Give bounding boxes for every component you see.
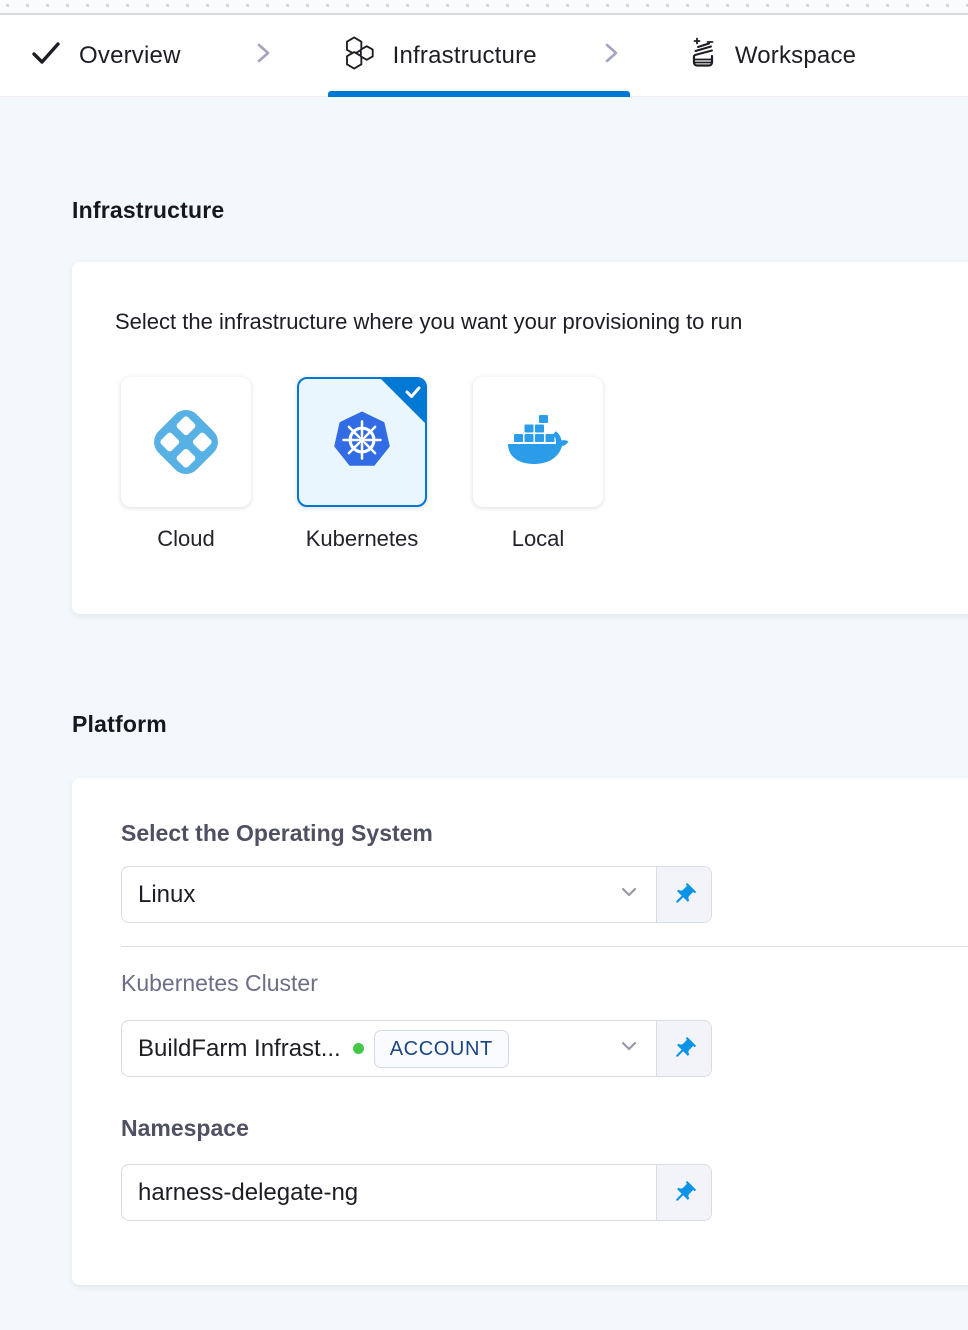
- chevron-down-icon: [618, 1035, 640, 1062]
- os-field-label: Select the Operating System: [121, 820, 433, 847]
- os-select-value: Linux: [138, 881, 195, 909]
- namespace-pin-button[interactable]: [656, 1165, 711, 1220]
- kubernetes-label: Kubernetes: [297, 526, 427, 552]
- selected-check-icon: [405, 385, 421, 399]
- os-input-group: Linux: [121, 866, 712, 923]
- os-select[interactable]: Linux: [122, 867, 656, 922]
- local-label: Local: [473, 526, 603, 552]
- cluster-select[interactable]: BuildFarm Infrast... ACCOUNT: [122, 1021, 656, 1076]
- cloud-label: Cloud: [121, 526, 251, 552]
- tab-infrastructure-label: Infrastructure: [393, 42, 537, 70]
- namespace-field-label: Namespace: [121, 1115, 249, 1142]
- kubernetes-tile[interactable]: [297, 377, 427, 507]
- infrastructure-section-heading: Infrastructure: [72, 197, 224, 224]
- tab-workspace-label: Workspace: [735, 42, 856, 70]
- option-kubernetes: Kubernetes: [297, 377, 427, 552]
- infrastructure-icon: [343, 36, 376, 75]
- cloud-icon: [148, 404, 224, 480]
- tab-overview[interactable]: Overview: [30, 37, 181, 74]
- connector-status-dot: [353, 1043, 364, 1054]
- scope-badge: ACCOUNT: [374, 1030, 509, 1068]
- pushpin-icon: [666, 1030, 703, 1067]
- infrastructure-card: Select the infrastructure where you want…: [72, 262, 968, 614]
- section-divider: [121, 946, 968, 947]
- pushpin-icon: [666, 876, 703, 913]
- check-icon: [30, 37, 62, 74]
- option-cloud: Cloud: [121, 377, 251, 552]
- step-tabbar: Overview Infrastructure: [0, 15, 968, 97]
- namespace-input-group: [121, 1164, 712, 1221]
- option-local: Local: [473, 377, 603, 552]
- tab-infrastructure[interactable]: Infrastructure: [343, 36, 537, 75]
- namespace-input[interactable]: [122, 1165, 656, 1220]
- infrastructure-step-page: Infrastructure Select the infrastructure…: [0, 97, 968, 1330]
- pushpin-icon: [666, 1174, 703, 1211]
- cluster-select-value: BuildFarm Infrast...: [138, 1035, 341, 1063]
- platform-section-heading: Platform: [72, 711, 167, 738]
- cluster-input-group: BuildFarm Infrast... ACCOUNT: [121, 1020, 712, 1077]
- tab-overview-label: Overview: [79, 42, 181, 70]
- platform-card: Select the Operating System Linux Kubern…: [72, 778, 968, 1285]
- infrastructure-options: Cloud: [121, 377, 603, 552]
- tab-workspace[interactable]: Workspace: [685, 36, 856, 75]
- infrastructure-prompt: Select the infrastructure where you want…: [115, 309, 742, 335]
- kubernetes-icon: [331, 409, 393, 476]
- cluster-pin-button[interactable]: [656, 1021, 711, 1076]
- chevron-down-icon: [618, 881, 640, 908]
- chevron-right-icon: [251, 40, 277, 71]
- workspace-icon: [685, 36, 721, 75]
- local-tile[interactable]: [473, 377, 603, 507]
- docker-icon: [506, 413, 570, 472]
- chevron-right-icon: [599, 40, 625, 71]
- top-dotted-strip: [0, 0, 968, 15]
- cloud-tile[interactable]: [121, 377, 251, 507]
- cluster-field-label: Kubernetes Cluster: [121, 970, 318, 997]
- os-pin-button[interactable]: [656, 867, 711, 922]
